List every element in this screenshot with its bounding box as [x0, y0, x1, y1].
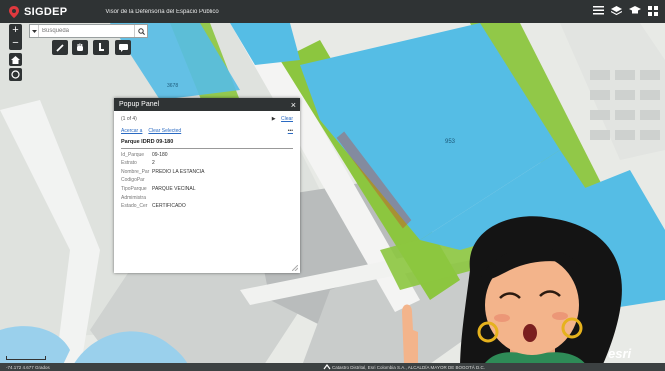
pointing-hand-illustration: [402, 304, 418, 364]
lot-label-3678: 3678: [167, 83, 178, 89]
search-bar: [29, 24, 148, 38]
footer-bar: -74.172 4.677 Grados Catastro Distrital,…: [0, 363, 665, 371]
comment-button[interactable]: [115, 40, 131, 55]
chevron-down-icon: [31, 29, 37, 33]
more-options-icon[interactable]: •••: [288, 128, 293, 134]
feature-counter: (1 of 4): [121, 116, 137, 122]
coordinates-readout: -74.172 4.677 Grados: [6, 364, 50, 370]
hand-icon: [76, 43, 83, 51]
search-source-dropdown[interactable]: [30, 25, 39, 37]
clear-link[interactable]: Clear: [281, 116, 293, 122]
popup-panel: Popup Panel × (1 of 4) ▶ Clear Acercar a…: [114, 98, 300, 273]
attribute-row: Estrato 2: [121, 160, 155, 167]
resize-handle-icon[interactable]: [292, 265, 298, 271]
location-pin-icon: [9, 5, 19, 18]
grid-icon[interactable]: [646, 4, 659, 17]
esri-logo: esri: [608, 346, 632, 361]
attribute-row: Admimistra: [121, 194, 147, 201]
home-button[interactable]: [9, 53, 22, 66]
search-input[interactable]: [39, 25, 134, 37]
layers-icon[interactable]: [610, 4, 623, 17]
app-header: SIGDEP Visor de la Defensoría del Espaci…: [0, 0, 665, 23]
zoom-in-button[interactable]: +: [9, 24, 22, 37]
clear-selected-link[interactable]: Clear Selected: [148, 128, 181, 134]
chat-icon: [118, 43, 128, 52]
search-button[interactable]: [134, 25, 147, 37]
locate-icon: [11, 70, 20, 79]
zoom-to-link[interactable]: Acercar a: [121, 128, 142, 134]
lot-label-953: 953: [445, 139, 456, 145]
attribute-row: TipoParque PARQUE VECINAL: [121, 185, 196, 192]
attribute-row: Id_Parque 09-180: [121, 151, 168, 158]
feature-title: Parque IDRD 09-180: [121, 139, 293, 149]
zoom-out-button[interactable]: −: [9, 37, 22, 50]
attribute-row: Nombre_Par PREDIO LA ESTANCIA: [121, 168, 205, 175]
popup-title: Popup Panel: [119, 101, 160, 108]
play-icon[interactable]: ▶: [272, 116, 276, 122]
zoom-control: + −: [9, 24, 22, 50]
attribute-row: CodigoPar: [121, 177, 145, 184]
app-title: SIGDEP: [24, 5, 68, 18]
attribute-row: Estado_Cer CERTIFICADO: [121, 203, 186, 210]
map-attribution: Catastro Distrital, Esri Colombia S.A., …: [332, 364, 485, 370]
app-subtitle: Visor de la Defensoría del Espacio Públi…: [105, 8, 219, 15]
search-icon: [137, 27, 145, 35]
list-icon[interactable]: [592, 4, 605, 17]
home-icon: [11, 55, 20, 64]
scale-bar: [6, 356, 46, 360]
graduation-icon[interactable]: [628, 4, 641, 17]
cartoon-woman-illustration: [460, 216, 622, 371]
select-button[interactable]: [72, 40, 88, 55]
measure-icon: [99, 43, 104, 51]
locate-button[interactable]: [9, 68, 22, 81]
popup-header: Popup Panel ×: [114, 98, 300, 111]
chevron-up-icon[interactable]: [323, 364, 331, 370]
measure-button[interactable]: [93, 40, 109, 55]
close-icon[interactable]: ×: [291, 100, 296, 110]
draw-button[interactable]: [52, 40, 68, 55]
pencil-icon: [56, 43, 64, 52]
